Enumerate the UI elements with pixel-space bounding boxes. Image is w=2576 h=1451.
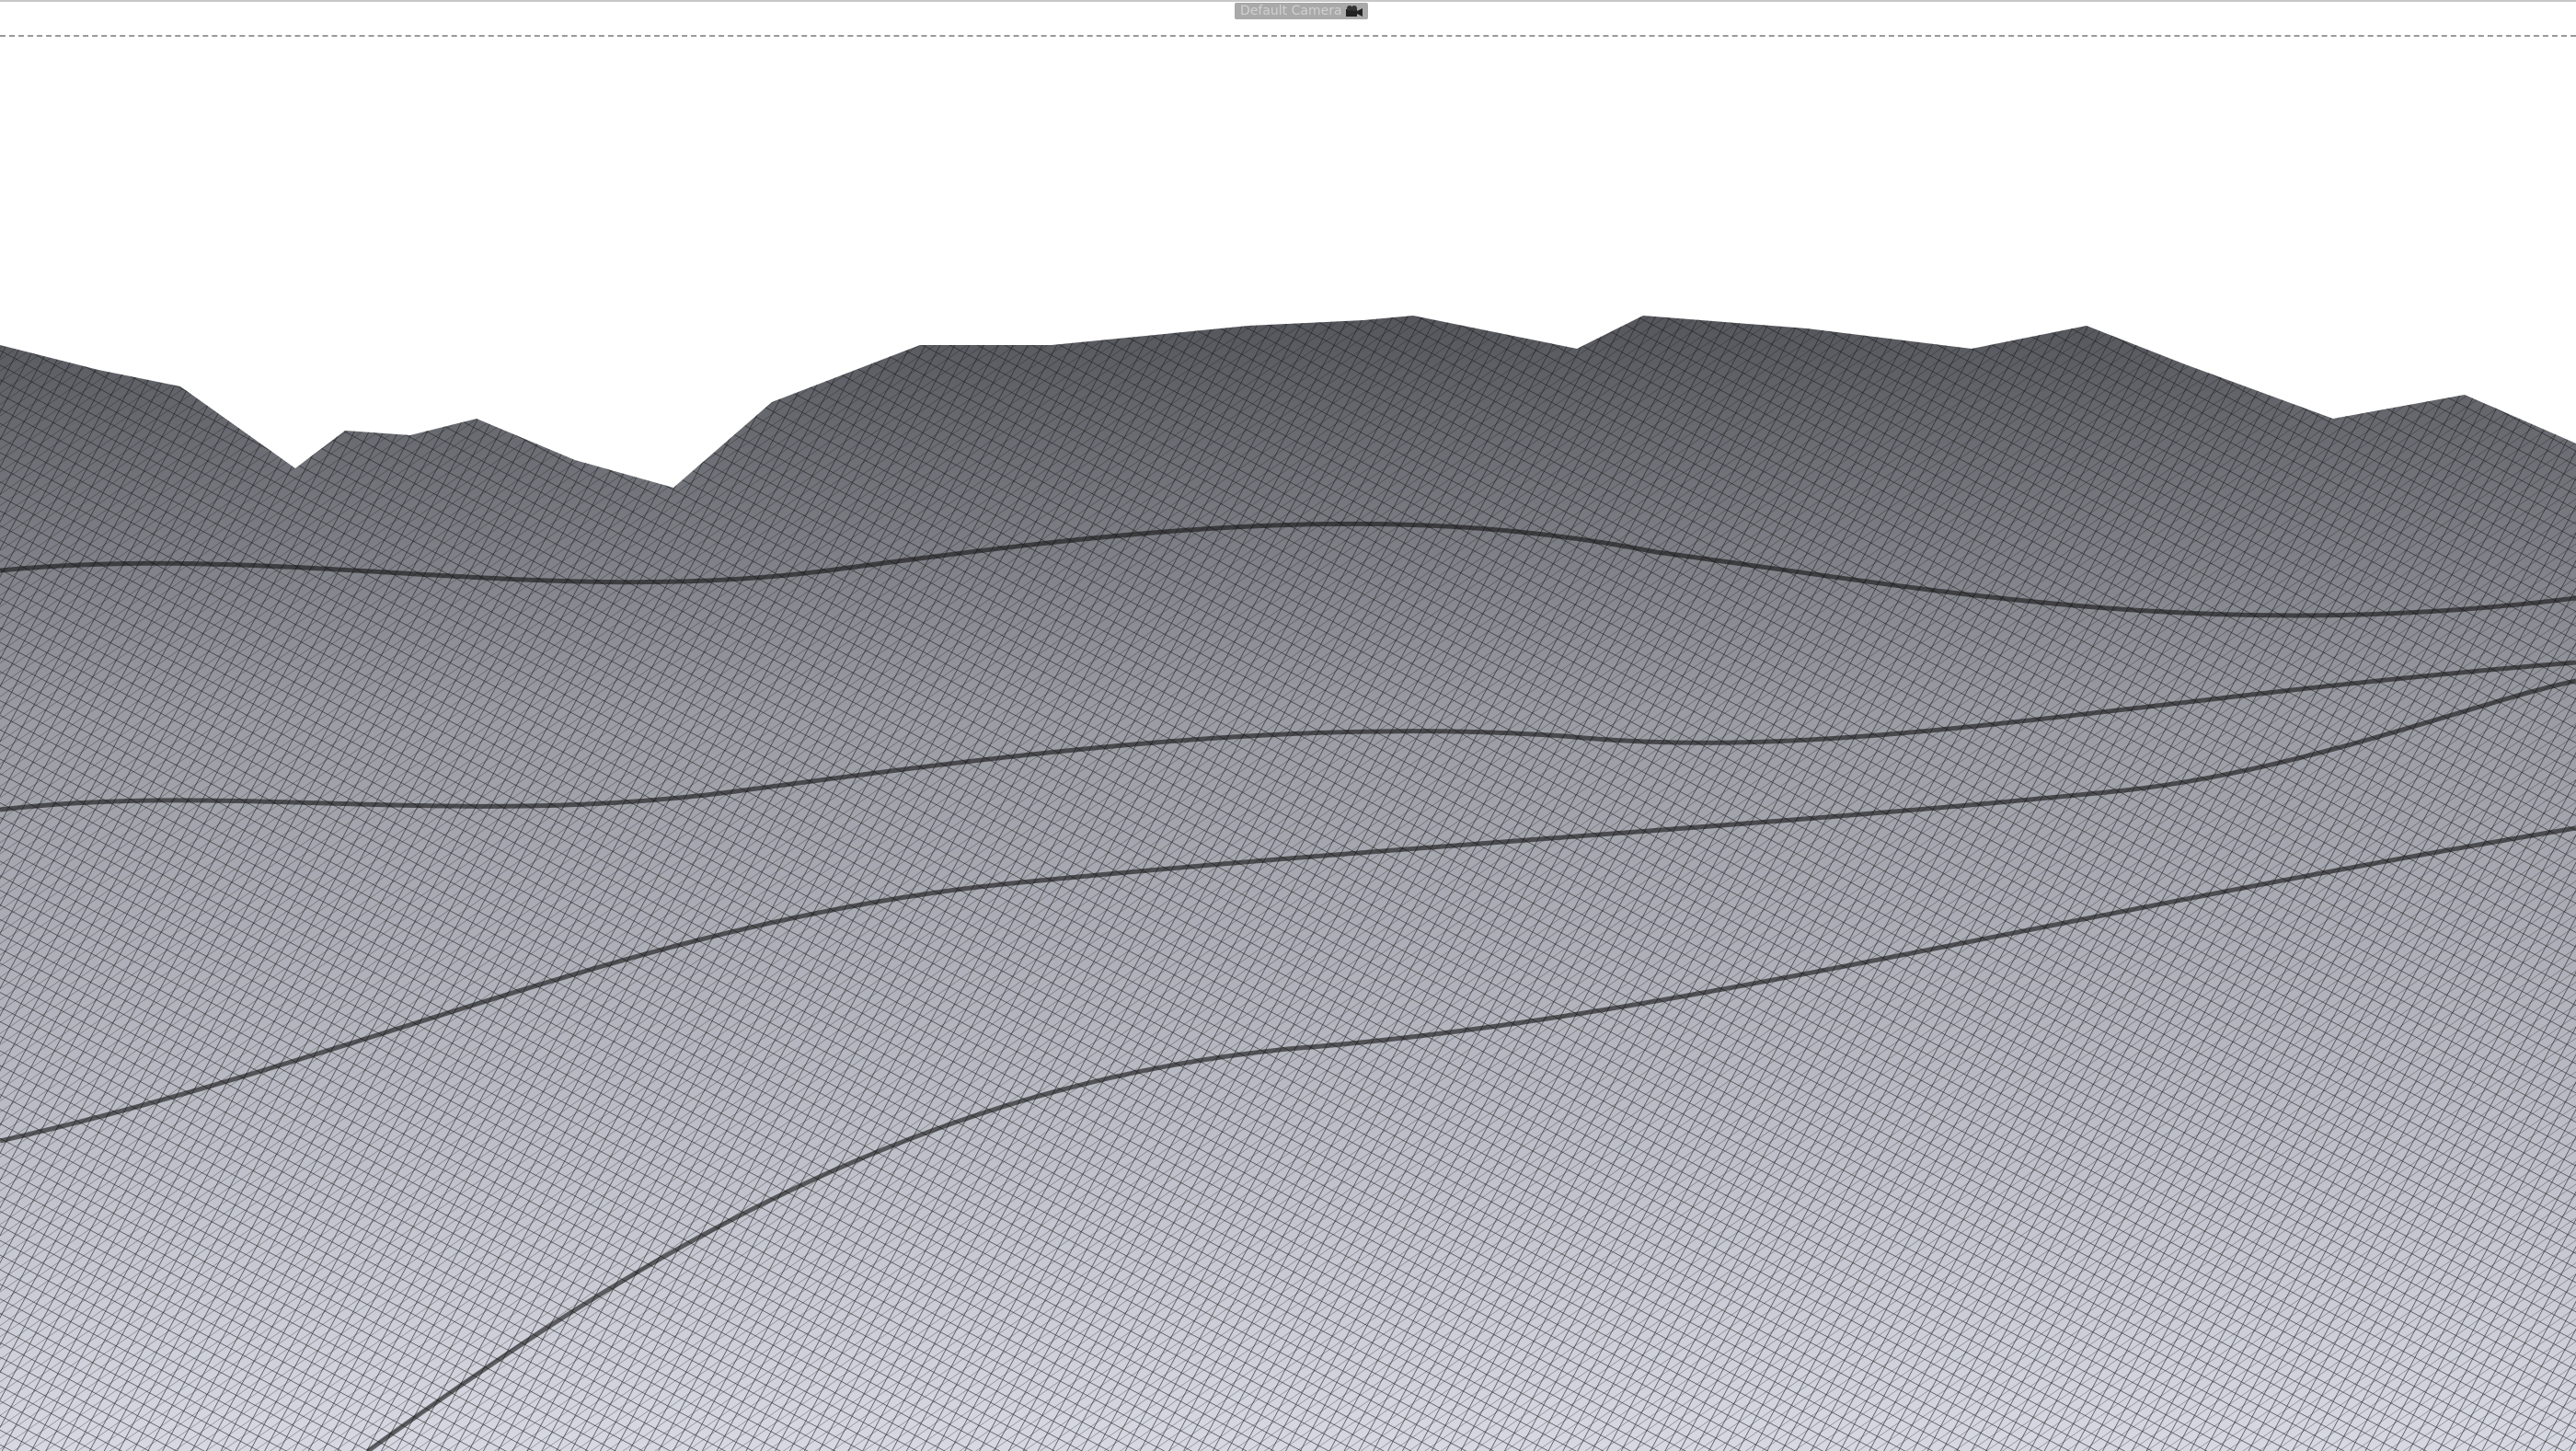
terrain-mesh-cross-lines xyxy=(0,316,2576,1451)
terrain-wireframe-mesh[interactable] xyxy=(0,0,2576,1451)
